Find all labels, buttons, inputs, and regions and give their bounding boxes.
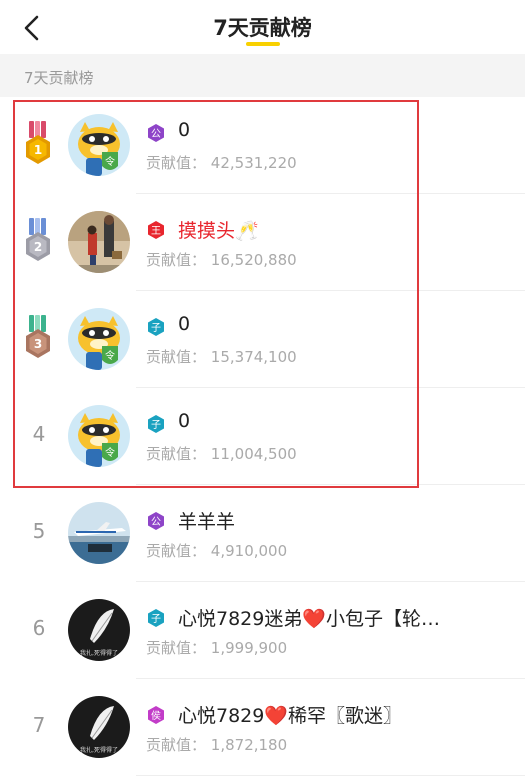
contribution-label: 贡献值： — [146, 251, 207, 269]
level-badge-icon: 子 — [146, 608, 166, 628]
svg-text:侯: 侯 — [151, 709, 161, 722]
list-item[interactable]: 4 令 子 0 贡献值： 11,004,500 — [0, 388, 525, 485]
avatar[interactable]: 令 — [68, 405, 130, 467]
contribution-value: 贡献值： 15,374,100 — [146, 346, 297, 367]
level-badge-icon: 公 — [146, 511, 166, 531]
contribution-label: 贡献值： — [146, 542, 207, 560]
title-underline — [246, 42, 280, 46]
svg-text:1: 1 — [34, 143, 42, 157]
svg-text:子: 子 — [151, 613, 161, 625]
contribution-value: 贡献值： 11,004,500 — [146, 443, 297, 464]
contribution-number: 42,531,220 — [210, 154, 297, 172]
svg-text:我扎,死得得了: 我扎,死得得了 — [80, 746, 118, 754]
rank-number: 7 — [32, 713, 46, 737]
contribution-label: 贡献值： — [146, 348, 207, 366]
contribution-number: 15,374,100 — [210, 348, 297, 366]
rank-number: 6 — [32, 616, 46, 640]
contribution-value: 贡献值： 1,999,900 — [146, 637, 287, 658]
svg-text:王: 王 — [151, 226, 161, 237]
avatar[interactable]: 令 — [68, 114, 130, 176]
svg-text:我扎,死得得了: 我扎,死得得了 — [80, 649, 118, 657]
avatar[interactable] — [68, 211, 130, 273]
svg-text:公: 公 — [151, 129, 161, 140]
contribution-number: 11,004,500 — [210, 445, 297, 463]
contribution-value: 贡献值： 42,531,220 — [146, 152, 297, 173]
contribution-value: 贡献值： 4,910,000 — [146, 540, 287, 561]
user-name: 心悦7829迷弟❤️小包子【轮… — [178, 608, 441, 630]
page-title: 7天贡献榜 — [213, 16, 312, 40]
avatar[interactable]: 我扎,死得得了 — [68, 696, 130, 758]
svg-text:2: 2 — [34, 240, 42, 254]
svg-text:令: 令 — [105, 155, 115, 168]
rank-number: 4 — [32, 422, 46, 446]
list-item[interactable]: 3 令 子 0 贡献值： 15,374,100 — [0, 291, 525, 388]
svg-text:3: 3 — [34, 337, 42, 351]
gold-medal-icon: 1 — [22, 121, 54, 167]
section-label: 7天贡献榜 — [24, 69, 94, 87]
svg-text:令: 令 — [105, 446, 115, 459]
user-name: 摸摸头🥂 — [178, 220, 259, 242]
bronze-medal-icon: 3 — [22, 315, 54, 361]
contribution-label: 贡献值： — [146, 736, 207, 754]
contribution-label: 贡献值： — [146, 154, 207, 172]
user-name: 0 — [178, 119, 191, 141]
list-item[interactable]: 6 我扎,死得得了 子 心悦7829迷弟❤️小包子【轮… 贡献值： 1,999,900 — [0, 582, 525, 679]
contribution-number: 16,520,880 — [210, 251, 297, 269]
level-badge-icon: 侯 — [146, 705, 166, 725]
svg-text:公: 公 — [151, 517, 161, 528]
rank-number: 5 — [32, 519, 46, 543]
level-badge-icon: 王 — [146, 220, 166, 240]
user-name: 0 — [178, 410, 191, 432]
user-name: 羊羊羊 — [178, 511, 236, 533]
section-header: 7天贡献榜 — [0, 54, 525, 97]
contribution-number: 1,999,900 — [210, 639, 288, 657]
user-name: 心悦7829❤️稀罕〖歌迷〗 — [178, 705, 403, 727]
list-item[interactable]: 1 令 公 0 贡献值： 42,531,220 — [0, 97, 525, 194]
level-badge-icon: 子 — [146, 414, 166, 434]
avatar[interactable] — [68, 502, 130, 564]
header-bar: 7天贡献榜 — [0, 0, 525, 54]
level-badge-icon: 子 — [146, 317, 166, 337]
svg-text:子: 子 — [151, 419, 161, 431]
contribution-number: 4,910,000 — [210, 542, 288, 560]
contribution-label: 贡献值： — [146, 445, 207, 463]
svg-text:子: 子 — [151, 322, 161, 334]
contribution-label: 贡献值： — [146, 639, 207, 657]
row-divider — [136, 775, 525, 776]
avatar[interactable]: 令 — [68, 308, 130, 370]
contribution-value: 贡献值： 16,520,880 — [146, 249, 297, 270]
list-item[interactable]: 5 公 羊羊羊贡献值： 4,910,000 — [0, 485, 525, 582]
user-name: 0 — [178, 313, 191, 335]
avatar[interactable]: 我扎,死得得了 — [68, 599, 130, 661]
level-badge-icon: 公 — [146, 123, 166, 143]
contribution-number: 1,872,180 — [210, 736, 288, 754]
silver-medal-icon: 2 — [22, 218, 54, 264]
list-item[interactable]: 7 我扎,死得得了 侯 心悦7829❤️稀罕〖歌迷〗贡献值： 1,872,180 — [0, 679, 525, 776]
ranking-list: 1 令公 0 贡献值： 42,531,220 2 王摸摸头🥂 贡献值： 16,520,880… — [0, 97, 525, 776]
list-item[interactable]: 2 王 摸摸头🥂 贡献值： 16,520,880 — [0, 194, 525, 291]
svg-text:令: 令 — [105, 349, 115, 362]
contribution-value: 贡献值： 1,872,180 — [146, 734, 287, 755]
